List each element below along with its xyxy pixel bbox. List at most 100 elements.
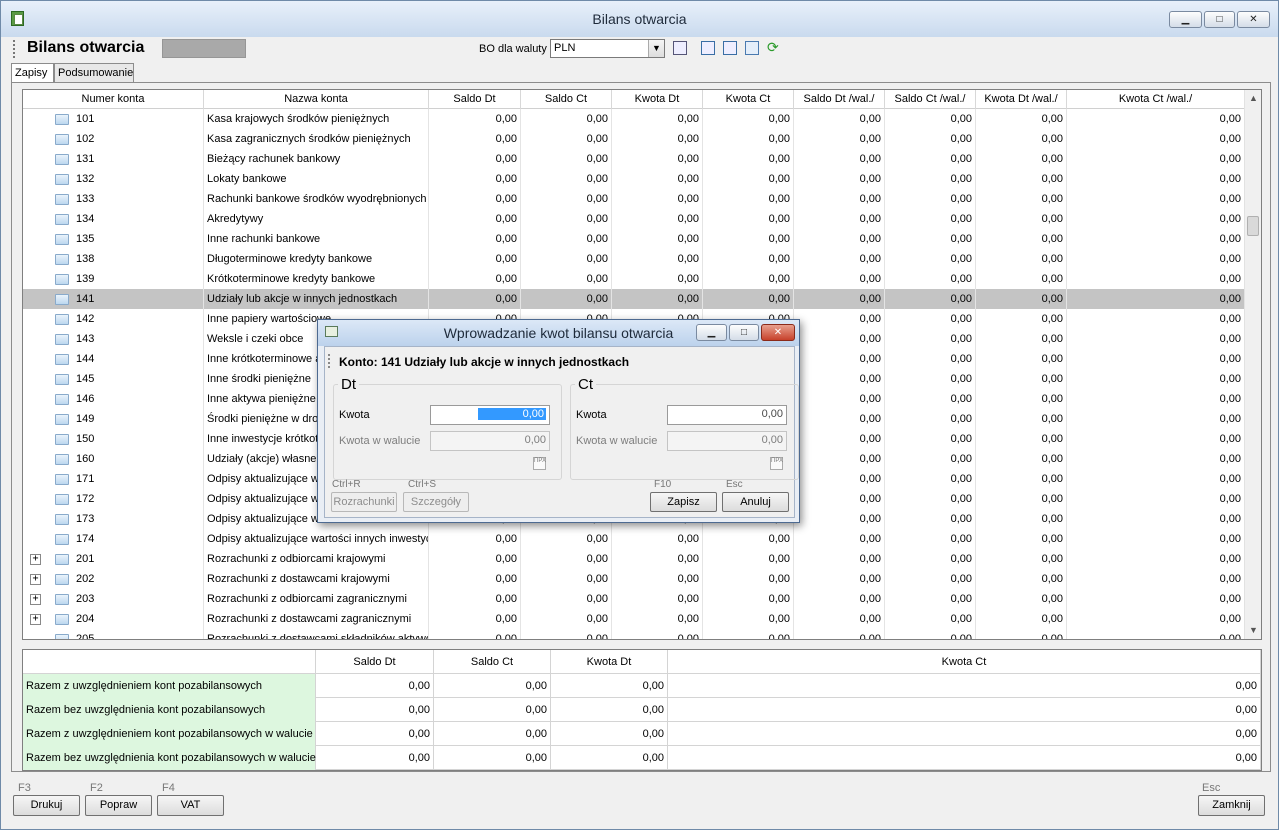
- table-row[interactable]: +203 Rozrachunki z odbiorcami zagraniczny…: [23, 589, 1245, 609]
- table-row[interactable]: 135 Inne rachunki bankowe 0,00 0,00 0,00 0,00…: [23, 229, 1245, 249]
- close-button[interactable]: ✕: [1237, 11, 1270, 28]
- cancel-button[interactable]: Anuluj: [722, 492, 789, 512]
- edit-shortcut: F2: [90, 782, 103, 794]
- tab-podsumowanie[interactable]: Podsumowanie: [54, 63, 134, 83]
- amount-cell: 0,00: [794, 569, 885, 589]
- expand-icon[interactable]: +: [30, 614, 41, 625]
- ct-calculator-icon[interactable]: ПРХ: [770, 457, 783, 470]
- save-button[interactable]: Zapisz: [650, 492, 717, 512]
- folder-icon: [55, 394, 69, 405]
- amount-cell: 0,00: [794, 349, 885, 369]
- close-form-button[interactable]: Zamknij: [1198, 795, 1265, 816]
- table-row[interactable]: 205 Rozrachunki z dostawcami składników a…: [23, 629, 1245, 639]
- scroll-down-icon[interactable]: ▼: [1245, 622, 1261, 639]
- amount-cell: 0,00: [521, 129, 612, 149]
- table-row[interactable]: +201 Rozrachunki z odbiorcami krajowymi 0,…: [23, 549, 1245, 569]
- amount-cell: 0,00: [521, 589, 612, 609]
- table-row[interactable]: 139 Krótkoterminowe kredyty bankowe 0,00 0,…: [23, 269, 1245, 289]
- expand-icon[interactable]: +: [30, 594, 41, 605]
- folder-icon: [55, 534, 69, 545]
- column-header[interactable]: Kwota Ct: [703, 90, 794, 109]
- amount-cell: 0,00: [794, 289, 885, 309]
- scroll-up-icon[interactable]: ▲: [1245, 90, 1261, 107]
- minimize-button[interactable]: ▁: [1169, 11, 1202, 28]
- dt-amount-input[interactable]: 0,00: [430, 405, 550, 425]
- amount-cell: 0,00: [703, 569, 794, 589]
- summary-row[interactable]: Razem bez uwzględnienia kont pozabilanso…: [23, 698, 1261, 722]
- tab-zapisy[interactable]: Zapisy: [11, 63, 54, 84]
- amount-cell: 0,00: [794, 149, 885, 169]
- dialog-maximize-button[interactable]: □: [729, 324, 759, 341]
- tree-add-icon[interactable]: [701, 41, 715, 55]
- amount-cell: 0,00: [885, 389, 976, 409]
- dt-group-title: Dt: [338, 376, 359, 393]
- ct-currency-input[interactable]: 0,00: [667, 431, 787, 451]
- table-row[interactable]: 174 Odpisy aktualizujące wartości innych …: [23, 529, 1245, 549]
- amount-cell: 0,00: [976, 109, 1067, 129]
- amount-cell: 0,00: [1067, 549, 1245, 569]
- dialog-close-button[interactable]: ✕: [761, 324, 795, 341]
- account-number: 145: [73, 369, 204, 389]
- column-header[interactable]: Saldo Ct /wal./: [885, 90, 976, 109]
- table-row[interactable]: 134 Akredytywy 0,00 0,00 0,00 0,00 0,00 0,00 0,0…: [23, 209, 1245, 229]
- column-header[interactable]: Kwota Dt /wal./: [976, 90, 1067, 109]
- print-button[interactable]: Drukuj: [13, 795, 80, 816]
- scroll-thumb[interactable]: [1247, 216, 1259, 236]
- account-number: 202: [73, 569, 204, 589]
- account-name: Odpisy aktualizujące wartości innych inw…: [204, 529, 429, 549]
- table-row[interactable]: 141 Udziały lub akcje w innych jednostkac…: [23, 289, 1245, 309]
- account-name: Akredytywy: [204, 209, 429, 229]
- column-header[interactable]: Nazwa konta: [204, 90, 429, 109]
- amount-cell: 0,00: [885, 189, 976, 209]
- amount-cell: 0,00: [703, 589, 794, 609]
- column-header[interactable]: Saldo Dt /wal./: [794, 90, 885, 109]
- grid-scrollbar[interactable]: ▲ ▼: [1244, 90, 1261, 639]
- summary-row[interactable]: Razem bez uwzględnienia kont pozabilanso…: [23, 746, 1261, 770]
- table-row[interactable]: 101 Kasa krajowych środków pieniężnych 0,0…: [23, 109, 1245, 129]
- dt-amount-value: 0,00: [478, 408, 546, 420]
- toolbar-grip[interactable]: [13, 40, 16, 58]
- table-row[interactable]: 133 Rachunki bankowe środków wyodrębniony…: [23, 189, 1245, 209]
- ct-amount-input[interactable]: 0,00: [667, 405, 787, 425]
- folder-icon: [55, 494, 69, 505]
- column-header[interactable]: Saldo Dt: [429, 90, 521, 109]
- dt-calculator-icon[interactable]: ПРХ: [533, 457, 546, 470]
- rozrachunki-button[interactable]: Rozrachunki: [331, 492, 397, 512]
- table-icon[interactable]: [673, 41, 687, 55]
- table-row[interactable]: 132 Lokaty bankowe 0,00 0,00 0,00 0,00 0,00 0,0…: [23, 169, 1245, 189]
- amount-cell: 0,00: [794, 429, 885, 449]
- summary-label: Razem z uwzględnieniem kont pozabilansow…: [23, 674, 316, 698]
- amount-cell: 0,00: [1067, 309, 1245, 329]
- folder-icon: [55, 234, 69, 245]
- summary-row[interactable]: Razem z uwzględnieniem kont pozabilansow…: [23, 674, 1261, 698]
- column-header[interactable]: Numer konta: [23, 90, 204, 109]
- edit-button[interactable]: Popraw: [85, 795, 152, 816]
- amount-cell: 0,00: [703, 209, 794, 229]
- maximize-button[interactable]: □: [1204, 11, 1235, 28]
- amount-cell: 0,00: [976, 529, 1067, 549]
- dt-currency-input[interactable]: 0,00: [430, 431, 550, 451]
- table-row[interactable]: +204 Rozrachunki z dostawcami zagraniczny…: [23, 609, 1245, 629]
- folder-icon: [55, 354, 69, 365]
- vat-button[interactable]: VAT: [157, 795, 224, 816]
- table-row[interactable]: 131 Bieżący rachunek bankowy 0,00 0,00 0,00 0…: [23, 149, 1245, 169]
- folder-icon: [55, 474, 69, 485]
- refresh-icon[interactable]: ⟳: [767, 40, 781, 55]
- szczegoly-button[interactable]: Szczegóły: [403, 492, 469, 512]
- table-row[interactable]: 102 Kasa zagranicznych środków pieniężnyc…: [23, 129, 1245, 149]
- table-row[interactable]: 138 Długoterminowe kredyty bankowe 0,00 0,0…: [23, 249, 1245, 269]
- save-shortcut: F10: [654, 479, 672, 490]
- account-name: Rachunki bankowe środków wyodrębnionych: [204, 189, 429, 209]
- column-header[interactable]: Kwota Ct /wal./: [1067, 90, 1245, 109]
- expand-icon[interactable]: +: [30, 554, 41, 565]
- expand-icon[interactable]: +: [30, 574, 41, 585]
- chevron-down-icon[interactable]: ▼: [648, 40, 664, 57]
- tree-edit-icon[interactable]: [723, 41, 737, 55]
- comment-icon[interactable]: [745, 41, 759, 55]
- table-row[interactable]: +202 Rozrachunki z dostawcami krajowymi 0,…: [23, 569, 1245, 589]
- column-header[interactable]: Saldo Ct: [521, 90, 612, 109]
- dialog-minimize-button[interactable]: ▁: [696, 324, 727, 341]
- summary-row[interactable]: Razem z uwzględnieniem kont pozabilansow…: [23, 722, 1261, 746]
- column-header[interactable]: Kwota Dt: [612, 90, 703, 109]
- currency-select[interactable]: PLN ▼: [550, 39, 665, 58]
